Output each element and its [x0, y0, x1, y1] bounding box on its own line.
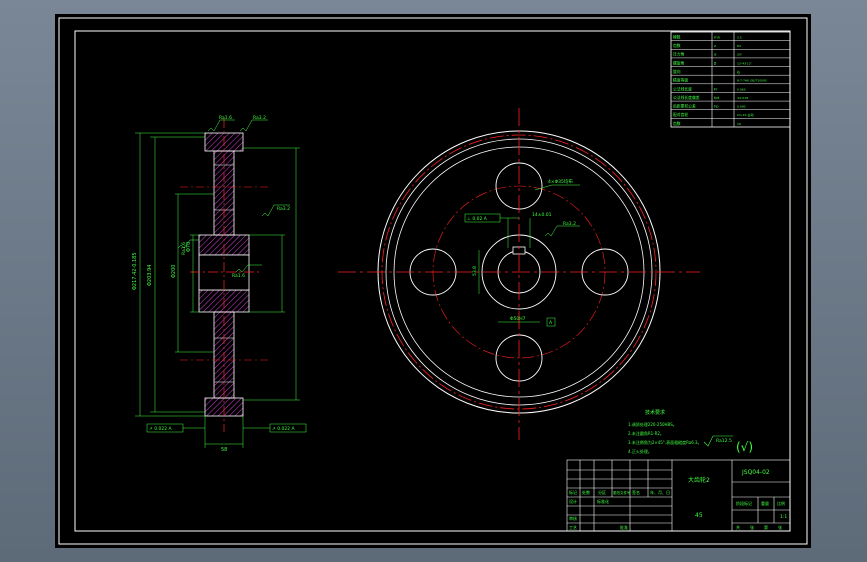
param-cell: 配对齿轮 [673, 112, 688, 117]
param-cell: 20° [737, 53, 743, 57]
drawing-number: JSQ04-02 [741, 469, 770, 476]
design-label: 设计 [569, 498, 577, 504]
param-cell: 模数 [673, 34, 681, 39]
bore-roughness: Ra3.2 [563, 221, 576, 227]
process-label: 工艺 [569, 525, 577, 530]
sheet-of: 张 [750, 524, 754, 530]
param-cell: 旋向 [673, 69, 681, 74]
param-cell: z [714, 43, 716, 48]
param-cell: 2.5 [737, 35, 742, 39]
param-cell: 齿数 [673, 43, 681, 48]
param-cell: ±0.018 [737, 96, 748, 100]
param-cell: 压力角 [673, 52, 685, 57]
marking-label: 标记 [569, 489, 577, 495]
param-cell: 0.063 [737, 87, 746, 91]
tech-item: 4.正火处理。 [628, 448, 652, 454]
sign-label: 签名 [632, 489, 640, 495]
param-cell: 精度等级 [673, 78, 688, 83]
tech-item: 2.未注圆角R1-R2。 [628, 430, 664, 436]
param-cell: 84 [737, 44, 741, 48]
rough-left: Ra1.6 [181, 242, 187, 255]
dim-web-diameter: Φ200 [171, 265, 177, 278]
sheet-unit: 张 [778, 524, 782, 530]
param-cell: 0.090 [737, 105, 746, 109]
drawing-canvas[interactable]: 模数 mn 2.5 齿数 z 84 压力角 α 20° 螺旋角 β 13°43′13″ 旋向 右精度等级 8… [55, 14, 811, 548]
tech-item: 1.调质处理220-250HBS。 [628, 421, 677, 427]
tol-left-text: ↗ 0.022 A [149, 426, 173, 432]
date-label: 年、月、日 [650, 489, 670, 495]
hole-label: 4×Φ35均布 [548, 178, 573, 185]
approve-label: 批准 [620, 524, 628, 530]
zone-label: 分区 [598, 489, 606, 495]
side-view: Φ217.42-0.185 Φ203.94 Φ200 Φ70 58 Ra1.6 … [132, 115, 307, 453]
param-cell: mn [714, 34, 721, 39]
dim-root-diameter: Φ203.94 [147, 265, 153, 286]
key-height: 53.8 [472, 266, 478, 276]
bore-dim: Φ50H7 [510, 316, 526, 322]
param-cell: α [714, 52, 717, 57]
title-block-text: 大齿轮2 JSQ04-02 45 1:1 阶段标记 重量 比例 标记 处数 分区… [569, 469, 787, 530]
rough-top: Ra1.6 [219, 115, 232, 121]
weight-label: 重量 [761, 500, 769, 506]
param-cell: Fr [714, 86, 718, 91]
rough-top2: Ra3.2 [253, 115, 266, 121]
stage-label: 阶段标记 [736, 500, 752, 506]
tech-requirements: 技术要求 1.调质处理220-250HBS。 2.未注圆角R1-R2。 3.未注… [628, 409, 702, 454]
surface-finish-paren: (√) [736, 440, 753, 454]
param-cell: 公法线长度偏差 [673, 95, 700, 100]
dim-face-width: 58 [221, 447, 227, 453]
param-cell: β [714, 60, 717, 65]
rough-mid: Ra3.2 [277, 206, 290, 212]
cad-viewport[interactable]: 模数 mn 2.5 齿数 z 84 压力角 α 20° 螺旋角 β 13°43′13″ 旋向 右精度等级 8… [0, 0, 867, 562]
param-cell: 19 [737, 122, 741, 126]
keyway-dim: 14±0.01 [532, 212, 552, 218]
param-cell: 13°43′13″ [737, 61, 753, 65]
gear-drawing: 模数 mn 2.5 齿数 z 84 压力角 α 20° 螺旋角 β 13°43′13″ 旋向 右精度等级 8… [58, 17, 808, 545]
standard-label: 标准化 [597, 498, 609, 504]
datum-a: A [549, 320, 553, 326]
flatness-label: ⊥ 0.02 A [467, 216, 488, 222]
front-view: 4×Φ35均布 ⊥ 0.02 A 14±0.01 53.8 Ra3.2 A Φ5… [338, 108, 700, 440]
rough-bore: Ra1.6 [232, 273, 245, 279]
general-surface-finish: Ra12.5 (√) [703, 435, 753, 454]
tech-item: 3.未注倒角为2×45°,表面粗糙度Ra6.3。 [628, 439, 702, 445]
param-cell: 齿数 [673, 121, 681, 126]
params-table: 模数 mn 2.5 齿数 z 84 压力角 α 20° 螺旋角 β 13°43′13″ 旋向 右精度等级 8… [670, 31, 791, 128]
scale: 1:1 [780, 514, 787, 520]
tech-title: 技术要求 [645, 409, 665, 416]
param-cell: Fp [714, 104, 719, 109]
param-cell: 公法线长度 [673, 86, 692, 91]
param-cell: 齿距累积公差 [673, 104, 696, 109]
param-cell: 右 [737, 69, 740, 74]
param-cell: 8-7-7HK GB/T10095 [737, 79, 767, 83]
change-doc-label: 更改文件号 [613, 490, 631, 495]
sheet-total: 共 [736, 524, 740, 530]
tol-right-text: ↗ 0.022 A [272, 426, 296, 432]
surface-finish-value: Ra12.5 [716, 438, 732, 444]
dim-tip-diameter: Φ217.42-0.185 [132, 252, 138, 290]
scale-label: 比例 [777, 500, 785, 506]
param-cell: zm-15-主动 [737, 112, 753, 117]
review-label: 审核 [569, 515, 577, 521]
material: 45 [695, 512, 703, 519]
count-label: 处数 [582, 489, 590, 495]
param-cell: fpt [714, 95, 720, 100]
sheet-no: 第 [764, 524, 768, 530]
part-name: 大齿轮2 [688, 476, 710, 484]
param-cell: 螺旋角 [673, 60, 685, 65]
